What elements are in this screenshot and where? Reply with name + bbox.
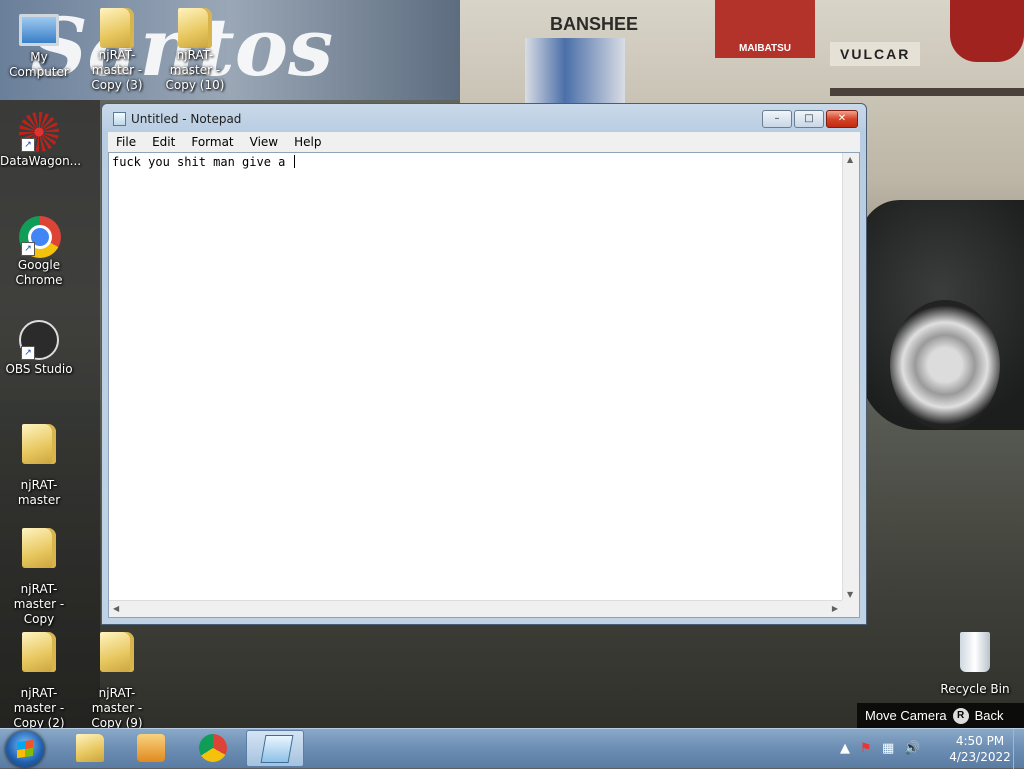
desktop-icon-label: njRAT-master - Copy (10): [165, 48, 225, 92]
notepad-icon: [260, 735, 294, 763]
desktop-icon-njrat-copy-9[interactable]: njRAT-master - Copy (9): [78, 632, 156, 731]
taskbar-notepad[interactable]: [246, 730, 304, 767]
menu-help[interactable]: Help: [286, 132, 329, 152]
horizontal-scrollbar[interactable]: ◀ ▶: [109, 600, 842, 617]
desktop-icon-datawagon[interactable]: ↗ DataWagon...: [0, 112, 82, 169]
hint-back-label[interactable]: Back: [975, 708, 1004, 723]
text-caret: [293, 155, 295, 168]
shortcut-arrow-icon: ↗: [21, 242, 35, 256]
desktop-icon-my-computer[interactable]: My Computer: [0, 10, 78, 80]
scroll-down-icon[interactable]: ▼: [847, 590, 853, 599]
editor-text[interactable]: fuck you shit man give a: [112, 155, 293, 169]
scroll-up-icon[interactable]: ▲: [847, 155, 853, 164]
wallpaper-shelf: [830, 88, 1024, 96]
action-center-flag-icon[interactable]: ⚑: [860, 741, 872, 756]
desktop-icon-label: njRAT-master - Copy (2): [13, 686, 65, 730]
desktop-icon-njrat-copy[interactable]: njRAT-master - Copy: [0, 528, 78, 627]
system-tray: ▲ ⚑ ▦ 🔊 4:50 PM 4/23/2022: [834, 729, 1024, 769]
hint-action-label: Move Camera: [865, 708, 947, 723]
windows-explorer-icon: [76, 734, 104, 762]
clock[interactable]: 4:50 PM 4/23/2022: [942, 733, 1018, 765]
desktop-icon-recycle-bin[interactable]: Recycle Bin: [936, 632, 1014, 697]
show-hidden-icons-icon[interactable]: ▲: [840, 741, 850, 756]
wallpaper-wheel: [890, 300, 1000, 430]
notepad-window[interactable]: Untitled - Notepad – □ ✕ File Edit Forma…: [101, 103, 867, 625]
folder-icon: [22, 424, 56, 464]
computer-icon: [19, 14, 59, 46]
r-button-icon: R: [952, 707, 969, 724]
shortcut-arrow-icon: ↗: [21, 346, 35, 360]
taskbar-windows-media-player[interactable]: [121, 730, 179, 767]
wallpaper-sign-maibatsu: MAIBATSU: [715, 0, 815, 58]
wallpaper-sign-vulcar: VULCAR: [830, 42, 921, 66]
scroll-left-icon[interactable]: ◀: [113, 604, 119, 613]
desktop-icon-label: My Computer: [9, 50, 69, 79]
shortcut-arrow-icon: ↗: [21, 138, 35, 152]
desktop-icon-label: DataWagon...: [0, 154, 82, 168]
volume-icon[interactable]: 🔊: [904, 741, 920, 756]
desktop-icon-google-chrome[interactable]: ↗ Google Chrome: [0, 216, 78, 288]
menu-file[interactable]: File: [108, 132, 144, 152]
desktop-icon-njrat-master[interactable]: njRAT-master: [0, 424, 78, 508]
desktop-icon-label: njRAT-master: [17, 478, 61, 507]
menu-view[interactable]: View: [242, 132, 286, 152]
wallpaper-sign-emblem: [950, 0, 1024, 62]
folder-icon: [22, 632, 56, 672]
folder-icon: [178, 8, 212, 48]
start-button[interactable]: [6, 731, 44, 767]
vertical-scrollbar[interactable]: ▲ ▼: [842, 153, 859, 601]
desktop-icon-label: Recycle Bin: [940, 682, 1010, 696]
desktop-icon-label: Google Chrome: [15, 258, 63, 287]
window-title: Untitled - Notepad: [131, 112, 242, 126]
resize-grip[interactable]: [842, 600, 859, 617]
title-bar[interactable]: Untitled - Notepad – □ ✕: [102, 104, 866, 132]
taskbar-windows-explorer[interactable]: [60, 730, 118, 767]
clock-time: 4:50 PM: [955, 734, 1005, 748]
folder-icon: [22, 528, 56, 568]
desktop-icon-obs-studio[interactable]: ↗ OBS Studio: [0, 320, 78, 377]
chrome-icon: [199, 734, 227, 762]
scroll-right-icon[interactable]: ▶: [832, 604, 838, 613]
show-desktop-button[interactable]: [1013, 729, 1024, 769]
folder-icon: [100, 632, 134, 672]
notepad-icon[interactable]: [113, 112, 126, 126]
wallpaper-sign-banshee: BANSHEE: [550, 14, 639, 34]
desktop-icon-label: OBS Studio: [5, 362, 73, 376]
taskbar-google-chrome[interactable]: [183, 730, 241, 767]
text-editor[interactable]: fuck you shit man give a ▲ ▼ ◀ ▶: [108, 152, 860, 618]
clock-date: 4/23/2022: [949, 750, 1011, 764]
taskbar: ▲ ⚑ ▦ 🔊 4:50 PM 4/23/2022: [0, 728, 1024, 769]
network-icon[interactable]: ▦: [882, 741, 894, 756]
recycle-bin-icon: [960, 632, 990, 672]
maximize-button[interactable]: □: [794, 110, 824, 128]
windows-media-player-icon: [137, 734, 165, 762]
menu-edit[interactable]: Edit: [144, 132, 183, 152]
menu-bar: File Edit Format View Help: [108, 132, 860, 152]
desktop-icon-njrat-copy-3[interactable]: njRAT-master - Copy (3): [78, 8, 156, 93]
desktop-icon-label: njRAT-master - Copy: [13, 582, 65, 626]
desktop-icon-label: njRAT-master - Copy (9): [91, 686, 143, 730]
close-button[interactable]: ✕: [826, 110, 858, 128]
menu-format[interactable]: Format: [183, 132, 241, 152]
minimize-button[interactable]: –: [762, 110, 792, 128]
desktop-icon-label: njRAT-master - Copy (3): [91, 48, 143, 92]
folder-icon: [100, 8, 134, 48]
desktop-icon-njrat-copy-2[interactable]: njRAT-master - Copy (2): [0, 632, 78, 731]
game-overlay-hint: Move Camera R Back: [857, 703, 1024, 728]
desktop-icon-njrat-copy-10[interactable]: njRAT-master - Copy (10): [156, 8, 234, 93]
